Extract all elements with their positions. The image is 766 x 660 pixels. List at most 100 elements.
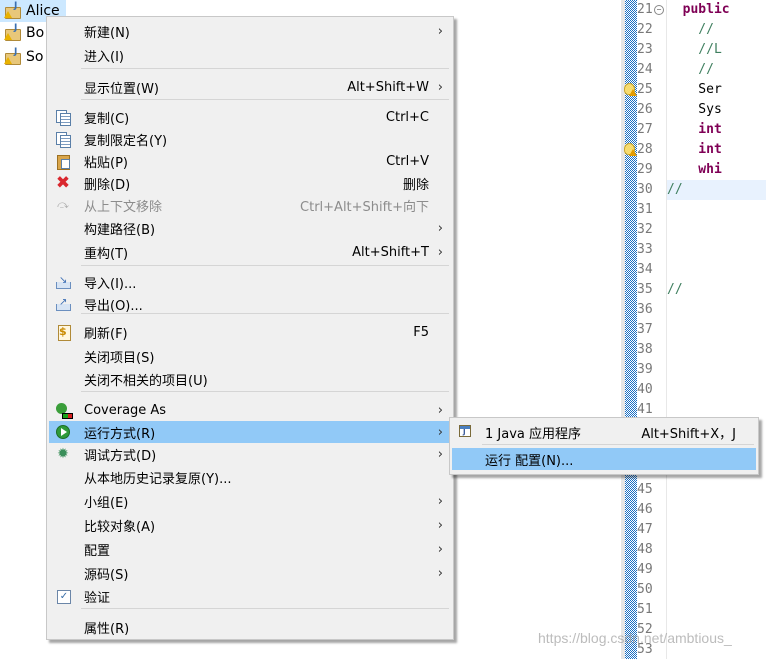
menu-item-shortcut: 删除 [402,177,429,193]
warning-lightbulb-icon[interactable] [623,143,637,157]
fold-collapse-icon[interactable]: − [654,5,664,15]
menu-item[interactable]: $ 刷新(F) F5 [49,321,451,343]
line-number: 34 [637,262,653,277]
java-app-icon: J [459,425,471,437]
menu-item-label: 重构(T) [84,246,129,262]
chevron-right-icon: › [437,424,443,440]
menu-item-run-configurations[interactable]: 运行 配置(N)... [452,448,756,470]
chevron-right-icon: › [437,244,443,260]
menu-item[interactable]: 关闭项目(S) [49,345,451,367]
context-menu: 新建(N) › 进入(I) 显示位置(W) Alt+Shift+W › 复制(C) Ctrl+… [46,16,454,640]
menu-item[interactable]: 配置 › [49,538,451,560]
menu-item-label: 源码(S) [84,567,129,583]
change-ruler [625,0,637,659]
chevron-right-icon: › [437,565,443,581]
menu-item-label: 配置 [84,543,111,559]
menu-item[interactable]: 源码(S) › [49,562,451,584]
line-number: 27 [637,122,653,137]
menu-item-label: 从本地历史记录复原(Y)... [84,471,232,487]
tree-item-project[interactable]: J Bo [0,22,44,44]
menu-item[interactable]: 从本地历史记录复原(Y)... [49,466,451,488]
line-number: 21− [637,0,667,20]
line-number-ruler: 21− 22 23 24 25 26 27 28 29 30 31 32 33 34 35 36 37 38 39 4… [637,0,667,660]
menu-item[interactable]: 复制(C) Ctrl+C [49,106,451,128]
run-icon [55,424,71,440]
menu-item[interactable]: ✹ 调试方式(D) › [49,443,451,465]
menu-item-label: 小组(E) [84,495,129,511]
menu-item[interactable]: 显示位置(W) Alt+Shift+W › [49,76,451,98]
refresh-icon: $ [55,324,71,341]
menu-item[interactable]: 新建(N) › [49,20,451,42]
code-line: public [667,2,730,17]
menu-item-label: 运行方式(R) [84,426,156,442]
code-line: Sys [667,102,722,117]
line-number: 38 [637,342,653,357]
menu-item[interactable]: ✓ 验证 [49,585,451,607]
menu-item[interactable]: 关闭不相关的项目(U) [49,368,451,390]
menu-item-label: 关闭不相关的项目(U) [84,373,208,389]
menu-item[interactable]: ✖ 删除(D) 删除 [49,172,451,194]
menu-item[interactable]: 小组(E) › [49,490,451,512]
code-text[interactable]: public // //L // Ser Sys int int whi // // [667,0,766,300]
tree-item-label: So [26,49,44,65]
warning-lightbulb-icon[interactable] [623,83,637,97]
menu-item-shortcut: F5 [413,324,429,340]
menu-item-shortcut: Alt+Shift+W [347,79,429,95]
tree-item-label: Bo [26,25,45,41]
code-line: // [667,22,714,37]
menu-item-label: 属性(R) [84,621,130,637]
code-line: // [667,62,714,77]
code-editor[interactable]: 21− 22 23 24 25 26 27 28 29 30 31 32 33 34 35 36 37 38 39 4… [621,0,766,659]
line-number: 51 [637,602,653,617]
menu-item-label: 运行 配置(N)... [485,453,574,469]
copy-qualified-name-icon [55,131,71,148]
line-number: 45 [637,482,653,497]
delete-icon: ✖ [55,173,71,193]
menu-item-shortcut: Alt+Shift+T [352,244,429,260]
menu-item-label: 新建(N) [84,25,130,41]
menu-item[interactable]: Coverage As › [49,399,451,421]
chevron-right-icon: › [437,220,443,236]
run-as-submenu: J 1 Java 应用程序 Alt+Shift+X，J 运行 配置(N)... [449,417,759,475]
line-number: 22 [637,22,653,37]
java-project-warning-icon: J [4,47,22,65]
import-icon: ↘ [55,274,71,290]
menu-item-label: 显示位置(W) [84,81,159,97]
menu-item[interactable]: 复制限定名(Y) [49,128,451,150]
menu-item-label: 删除(D) [84,177,131,193]
export-icon: ↗ [55,296,71,312]
chevron-right-icon: › [437,541,443,557]
java-project-warning-icon: J [4,23,22,41]
menu-item-label: 关闭项目(S) [84,350,155,366]
menu-item-label: 粘贴(P) [84,155,128,171]
menu-item-label: 复制(C) [84,111,130,127]
menu-item-label: 导出(O)... [84,298,143,314]
chevron-right-icon: › [437,402,443,418]
coverage-icon [55,402,73,419]
menu-item[interactable]: ↘ 导入(I)... [49,271,451,293]
menu-item[interactable]: 进入(I) [49,44,451,66]
line-number: 36 [637,302,653,317]
menu-item-label: 构建路径(B) [84,222,156,238]
line-number: 23 [637,42,653,57]
line-number: 33 [637,242,653,257]
menu-item[interactable]: 粘贴(P) Ctrl+V [49,150,451,172]
menu-item[interactable]: 重构(T) Alt+Shift+T › [49,241,451,263]
menu-item-label: 从上下文移除 [84,199,163,215]
menu-item[interactable]: 比较对象(A) › [49,514,451,536]
remove-from-context-icon: ⤼ [57,198,69,211]
menu-item-java-application[interactable]: J 1 Java 应用程序 Alt+Shift+X，J [452,421,756,443]
line-number: 25 [637,82,653,97]
checkbox-icon[interactable]: ✓ [57,590,71,604]
debug-icon: ✹ [57,446,69,462]
tree-item-project[interactable]: J So [0,46,43,68]
menu-item-label: Coverage As [84,402,167,418]
menu-item[interactable]: 构建路径(B) › [49,217,451,239]
menu-item[interactable]: 属性(R) [49,616,451,638]
menu-separator [482,444,754,445]
menu-item[interactable]: ↗ 导出(O)... [49,293,451,315]
menu-item-run-as[interactable]: 运行方式(R) › [49,421,451,443]
